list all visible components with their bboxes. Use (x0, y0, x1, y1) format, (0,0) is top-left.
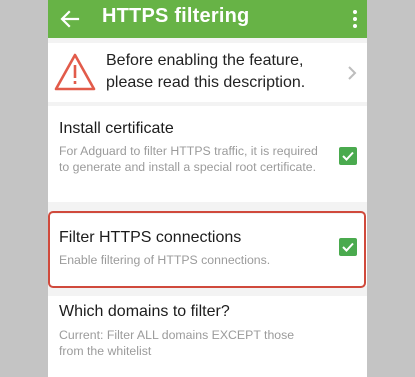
arrow-left-icon[interactable] (60, 9, 80, 29)
screen: HTTPS filtering Before enabling the feat… (48, 0, 367, 377)
install-certificate-checkbox[interactable] (339, 147, 357, 165)
notice-text: Before enabling the feature, please read… (106, 52, 306, 91)
description-notice[interactable]: Before enabling the feature, please read… (48, 43, 367, 102)
setting-install-certificate[interactable]: Install certificate For Adguard to filte… (48, 106, 367, 202)
setting-title: Which domains to filter? (59, 303, 230, 320)
setting-subtitle: For Adguard to filter HTTPS traffic, it … (59, 144, 318, 174)
app-bar: HTTPS filtering (48, 0, 367, 38)
setting-title: Filter HTTPS connections (59, 229, 242, 246)
chevron-right-icon (348, 66, 357, 80)
more-vertical-icon[interactable] (351, 9, 359, 29)
page-title: HTTPS filtering (102, 5, 250, 27)
filter-https-checkbox[interactable] (339, 238, 357, 256)
setting-domains-to-filter[interactable]: Which domains to filter? Current: Filter… (48, 296, 367, 377)
setting-title: Install certificate (59, 120, 174, 137)
checkmark-icon (342, 242, 354, 252)
checkmark-icon (342, 151, 354, 161)
setting-subtitle: Enable filtering of HTTPS connections. (59, 253, 271, 267)
setting-subtitle: Current: Filter ALL domains EXCEPT those… (59, 328, 295, 358)
setting-filter-https[interactable]: Filter HTTPS connections Enable filterin… (48, 214, 367, 286)
warning-triangle-icon (54, 53, 96, 91)
